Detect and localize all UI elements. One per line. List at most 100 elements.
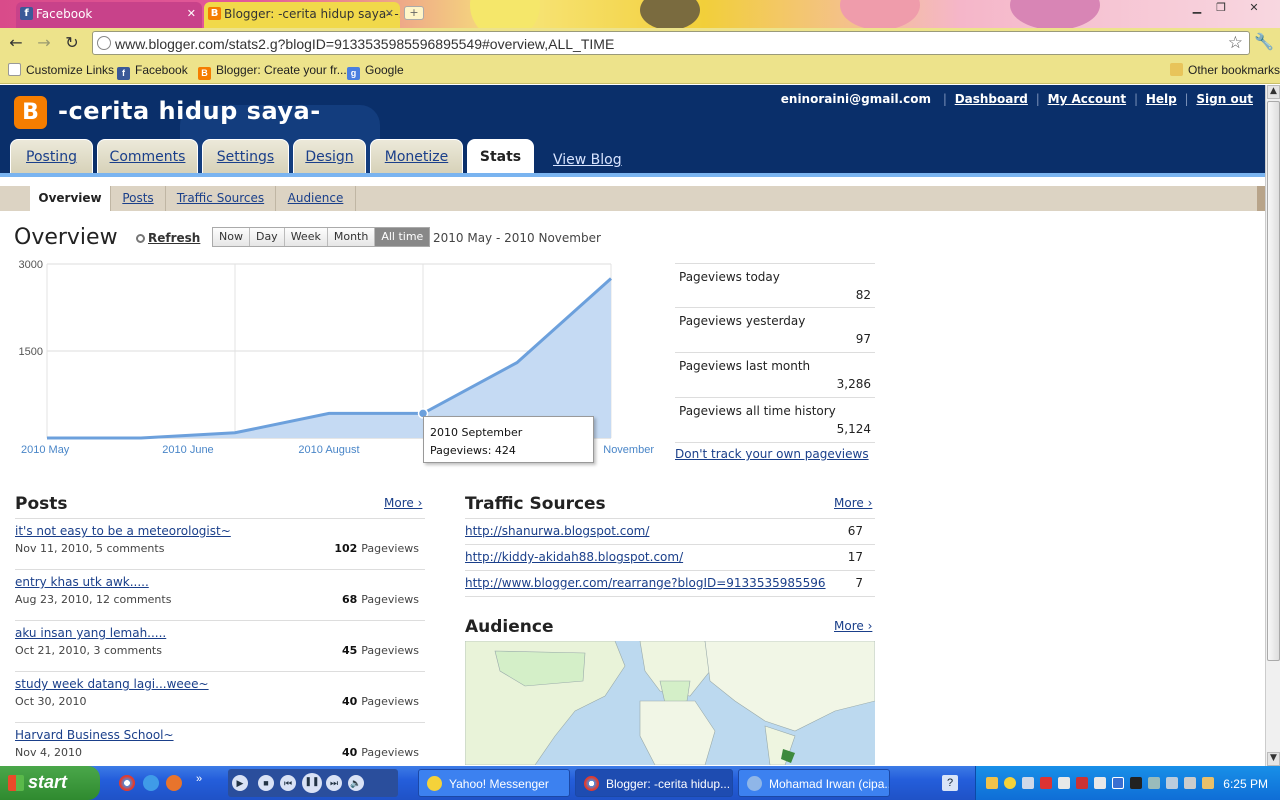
bookmark-blogger[interactable]: B Blogger: Create your fr... xyxy=(198,63,347,80)
tab-design[interactable]: Design xyxy=(293,139,366,173)
browser-tab-facebook[interactable]: f Facebook ✕ xyxy=(16,2,202,28)
volume-icon[interactable]: 🔈 xyxy=(348,775,364,791)
tray-signal-icon[interactable] xyxy=(1130,777,1142,789)
sign-out-link[interactable]: Sign out xyxy=(1196,92,1253,106)
post-meta: Oct 21, 2010, 3 comments xyxy=(15,644,162,657)
tray-antivirus-icon[interactable] xyxy=(1076,777,1088,789)
divider xyxy=(15,620,425,621)
traffic-url-link[interactable]: http://www.blogger.com/rearrange?blogID=… xyxy=(465,576,826,590)
browser-tab-blogger[interactable]: B Blogger: -cerita hidup saya- -... ✕ xyxy=(204,2,400,28)
dont-track-link[interactable]: Don't track your own pageviews xyxy=(675,447,869,461)
pause-icon[interactable]: ❚❚ xyxy=(302,773,322,793)
post-count: 68 xyxy=(341,593,358,606)
bookmark-customize-links[interactable]: Customize Links xyxy=(8,63,114,77)
taskbar-blogger-chrome[interactable]: Blogger: -cerita hidup... xyxy=(575,769,733,797)
dashboard-link[interactable]: Dashboard xyxy=(955,92,1028,106)
windows-taskbar: start » ▶ ■ ⏮ ❚❚ ⏭ 🔈 Yahoo! Messenger Bl… xyxy=(0,766,1280,800)
bookmark-google[interactable]: g Google xyxy=(347,63,404,80)
tray-network-icon[interactable] xyxy=(1022,777,1034,789)
previous-icon[interactable]: ⏮ xyxy=(280,775,296,791)
post-pageviews: 45 Pageviews xyxy=(342,644,419,657)
tray-app-icon[interactable] xyxy=(1166,777,1178,789)
firefox-icon[interactable] xyxy=(166,775,182,791)
new-tab-button[interactable]: + xyxy=(404,6,424,20)
post-title-link[interactable]: Harvard Business School~ xyxy=(15,728,174,742)
help-icon[interactable]: ? xyxy=(942,775,958,791)
tab-monetize[interactable]: Monetize xyxy=(370,139,463,173)
reload-button[interactable]: ↻ xyxy=(61,32,83,54)
tab-stats[interactable]: Stats xyxy=(467,139,534,173)
next-icon[interactable]: ⏭ xyxy=(326,775,342,791)
view-blog-link[interactable]: View Blog xyxy=(553,152,622,168)
forward-button[interactable]: → xyxy=(33,32,55,54)
internet-explorer-icon[interactable] xyxy=(143,775,159,791)
bluetooth-icon[interactable] xyxy=(1112,777,1124,789)
tab-settings[interactable]: Settings xyxy=(202,139,289,173)
vertical-scrollbar[interactable]: ▲ ▼ xyxy=(1265,85,1280,766)
tray-app-icon[interactable] xyxy=(1202,777,1214,789)
post-title-link[interactable]: it's not easy to be a meteorologist~ xyxy=(15,524,231,538)
subtab-overview[interactable]: Overview xyxy=(30,186,111,211)
media-player-icon[interactable]: ▶ xyxy=(232,775,248,791)
taskbar-yahoo-messenger[interactable]: Yahoo! Messenger xyxy=(418,769,570,797)
wrench-icon[interactable]: 🔧 xyxy=(1254,32,1274,51)
tray-security-icon[interactable] xyxy=(1040,777,1052,789)
refresh-button[interactable]: Refresh xyxy=(136,231,200,245)
tab-comments[interactable]: Comments xyxy=(97,139,198,173)
bookmark-star-icon[interactable]: ☆ xyxy=(1228,33,1243,53)
traffic-more-link[interactable]: More › xyxy=(834,496,872,510)
restore-button[interactable]: ❐ xyxy=(1209,0,1233,16)
tray-app-icon[interactable] xyxy=(1094,777,1106,789)
minimize-button[interactable]: ▁ xyxy=(1185,0,1209,16)
range-all-time-button[interactable]: All time xyxy=(375,228,430,246)
audience-more-link[interactable]: More › xyxy=(834,619,872,633)
traffic-url-link[interactable]: http://kiddy-akidah88.blogspot.com/ xyxy=(465,550,683,564)
blog-title: -cerita hidup saya- xyxy=(58,97,321,125)
tab-posting[interactable]: Posting xyxy=(10,139,93,173)
tray-app-icon[interactable] xyxy=(1058,777,1070,789)
start-button[interactable]: start xyxy=(0,766,100,800)
window-close-button[interactable]: ✕ xyxy=(1242,0,1266,16)
post-count: 40 xyxy=(341,695,358,708)
subtab-posts[interactable]: Posts xyxy=(111,186,166,211)
post-row: entry khas utk awk..... Aug 23, 2010, 12… xyxy=(15,572,425,623)
post-pageviews: 40 Pageviews xyxy=(342,695,419,708)
tray-app-icon[interactable] xyxy=(1184,777,1196,789)
scroll-thumb[interactable] xyxy=(1267,101,1280,661)
address-bar[interactable]: www.blogger.com/stats2.g?blogID=91335359… xyxy=(92,31,1250,55)
post-title-link[interactable]: entry khas utk awk..... xyxy=(15,575,149,589)
stat-value: 5,124 xyxy=(836,422,871,436)
traffic-url-link[interactable]: http://shanurwa.blogspot.com/ xyxy=(465,524,649,538)
subtab-audience[interactable]: Audience xyxy=(276,186,356,211)
other-bookmarks[interactable]: Other bookmarks xyxy=(1170,63,1280,77)
chrome-icon[interactable] xyxy=(119,775,135,791)
audience-world-map[interactable] xyxy=(465,641,875,765)
back-button[interactable]: ← xyxy=(5,32,27,54)
range-day-button[interactable]: Day xyxy=(249,228,285,246)
tray-folder-icon[interactable] xyxy=(986,777,998,789)
range-week-button[interactable]: Week xyxy=(284,228,328,246)
post-title-link[interactable]: study week datang lagi...weee~ xyxy=(15,677,209,691)
bookmark-facebook[interactable]: f Facebook xyxy=(117,63,188,80)
scroll-down-icon[interactable]: ▼ xyxy=(1267,752,1280,766)
post-title-link[interactable]: aku insan yang lemah..... xyxy=(15,626,166,640)
stop-icon[interactable]: ■ xyxy=(258,775,274,791)
quicklaunch-more-icon[interactable]: » xyxy=(196,773,206,789)
post-unit: Pageviews xyxy=(361,593,419,606)
range-month-button[interactable]: Month xyxy=(327,228,376,246)
close-icon[interactable]: ✕ xyxy=(187,7,196,20)
subtab-traffic-sources[interactable]: Traffic Sources xyxy=(166,186,276,211)
scroll-up-icon[interactable]: ▲ xyxy=(1267,85,1280,99)
posts-more-link[interactable]: More › xyxy=(384,496,422,510)
close-icon[interactable]: ✕ xyxy=(385,7,394,20)
taskbar-chat[interactable]: Mohamad Irwan (cipa... xyxy=(738,769,890,797)
blogger-logo-icon[interactable]: B xyxy=(14,96,47,129)
world-map-icon xyxy=(465,641,875,765)
tray-app-icon[interactable] xyxy=(1148,777,1160,789)
stat-value: 82 xyxy=(855,288,871,302)
my-account-link[interactable]: My Account xyxy=(1048,92,1127,106)
help-link[interactable]: Help xyxy=(1146,92,1177,106)
tray-yahoo-icon[interactable] xyxy=(1004,777,1016,789)
range-now-button[interactable]: Now xyxy=(213,228,250,246)
divider xyxy=(15,518,425,519)
